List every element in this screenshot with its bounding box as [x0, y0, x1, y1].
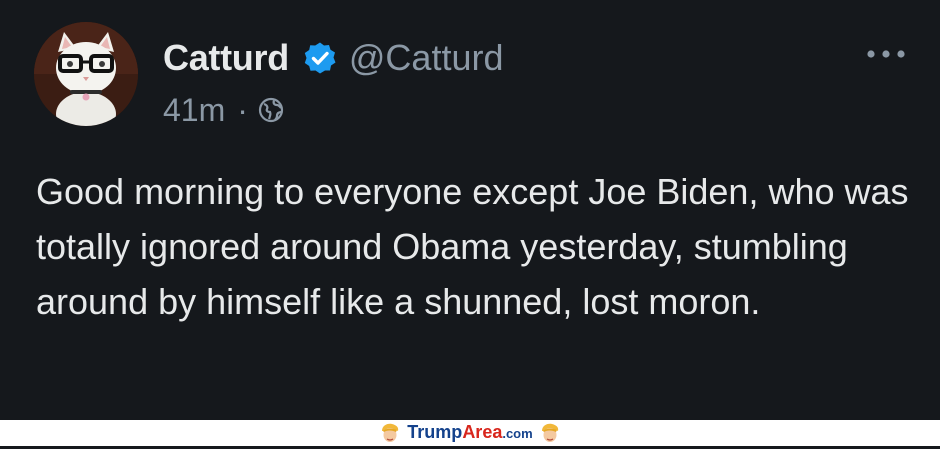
- watermark-domain: .com: [502, 426, 533, 441]
- cat-avatar-icon: [34, 22, 138, 126]
- more-options-button[interactable]: [866, 44, 906, 64]
- author-row: Catturd @Catturd: [163, 36, 504, 80]
- tweet-meta: 41m ·: [163, 90, 284, 130]
- author-avatar[interactable]: [34, 22, 138, 126]
- watermark: TrumpArea.com: [379, 420, 560, 446]
- tweet-card: Catturd @Catturd 41m · Good morning to e…: [0, 0, 940, 420]
- tweet-text: Good morning to everyone except Joe Bide…: [36, 171, 909, 322]
- trump-face-icon: [379, 422, 401, 444]
- watermark-text: TrumpArea.com: [407, 419, 532, 447]
- verified-badge-icon: [303, 41, 337, 75]
- watermark-bar: TrumpArea.com: [0, 420, 940, 446]
- more-options-icon: [867, 50, 905, 58]
- meta-separator: ·: [237, 91, 248, 128]
- globe-icon: [258, 97, 284, 123]
- watermark-trump: Trump: [407, 422, 463, 442]
- watermark-area: Area: [462, 422, 503, 442]
- author-handle[interactable]: @Catturd: [349, 37, 504, 79]
- tweet-timestamp[interactable]: 41m: [163, 92, 225, 129]
- trump-face-icon: [539, 422, 561, 444]
- author-display-name[interactable]: Catturd: [163, 37, 289, 79]
